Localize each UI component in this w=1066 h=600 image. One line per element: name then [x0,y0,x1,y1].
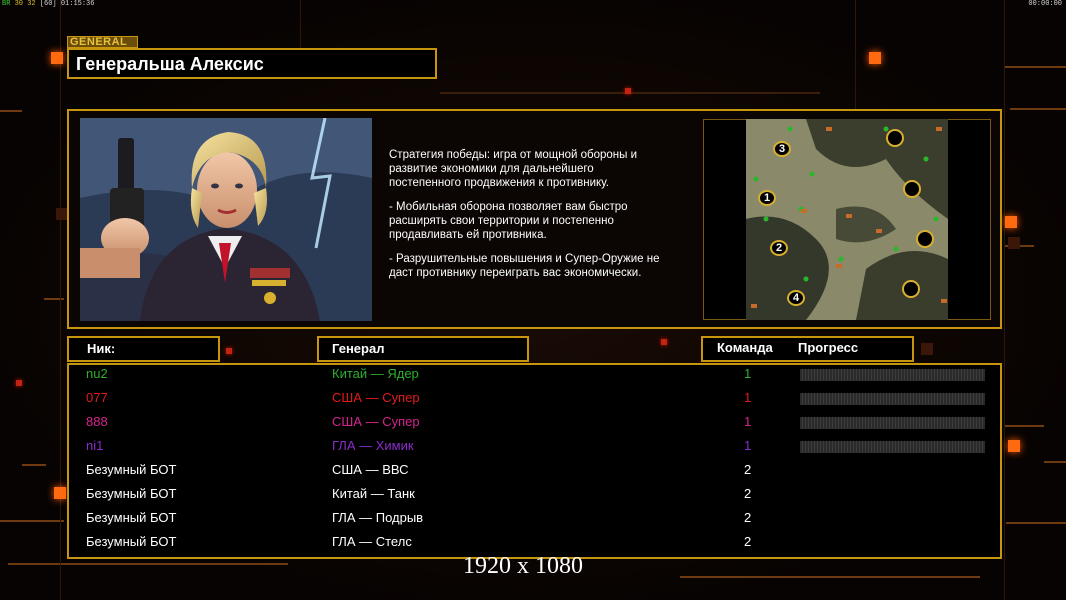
strategy-paragraph: Стратегия победы: игра от мощной обороны… [389,149,638,189]
hud-clock: 01:15:36 [60,0,95,8]
hud-timer: 00:00:00 [1028,0,1062,8]
player-team: 2 [744,510,752,525]
resolution-label: 1920 x 1080 [463,553,583,579]
player-row: 888 США — Супер 1 [0,414,1066,438]
player-nick: Безумный БОТ [86,510,177,525]
player-progress-bar [800,441,985,453]
player-nick: Безумный БОТ [86,486,177,501]
general-name: Генеральша Алексис [76,54,264,74]
header-progress: Прогресс [798,340,859,355]
hud-fps: 30 32 [14,0,36,8]
player-team: 1 [744,438,752,453]
hud-fps-limit: [60] [39,0,57,8]
strategy-paragraph: - Мобильная оборона позволяет вам быстро… [389,201,628,241]
player-nick: Безумный БОТ [86,534,177,549]
strategy-paragraph: - Разрушительные повышения и Супер-Оружи… [389,253,660,279]
player-team: 2 [744,534,752,549]
player-row: ni1 ГЛА — Химик 1 [0,438,1066,462]
header-general: Генерал [332,341,385,356]
player-general: США — Супер [332,390,420,405]
player-team: 1 [744,390,752,405]
map-preview[interactable]: 3 1 2 4 [746,119,948,320]
player-general: ГЛА — Химик [332,438,414,453]
player-progress-bar [800,393,985,405]
player-row: nu2 Китай — Ядер 1 [0,366,1066,390]
player-nick: Безумный БОТ [86,462,177,477]
player-general: Китай — Ядер [332,366,419,381]
player-progress-bar [800,417,985,429]
player-nick: nu2 [86,366,108,381]
general-tag: GENERAL [67,36,138,48]
player-progress-bar [800,369,985,381]
hud-stats: BR 30 32 [60] 01:15:36 [2,0,94,8]
header-team: Команда [717,340,773,355]
player-row: Безумный БОТ США — ВВС 2 [0,462,1066,486]
header-team-progress-box: Команда Прогресс [701,336,914,362]
player-row: Безумный БОТ Китай — Танк 2 [0,486,1066,510]
player-general: США — Супер [332,414,420,429]
player-general: ГЛА — Стелс [332,534,412,549]
player-row: Безумный БОТ ГЛА — Подрыв 2 [0,510,1066,534]
player-team: 1 [744,414,752,429]
player-general: Китай — Танк [332,486,415,501]
hud-mode: BR [2,0,11,8]
player-nick: 888 [86,414,108,429]
map-start-slot[interactable]: 3 [773,141,791,157]
player-general: США — ВВС [332,462,409,477]
player-general: ГЛА — Подрыв [332,510,424,525]
player-nick: ni1 [86,438,104,453]
general-portrait [80,118,372,321]
header-general-box: Генерал [317,336,529,362]
player-team: 2 [744,462,752,477]
strategy-description: Стратегия победы: игра от мощной обороны… [389,148,699,290]
player-nick: 077 [86,390,108,405]
player-team: 1 [744,366,752,381]
general-name-box: Генеральша Алексис [67,48,437,79]
map-start-slot[interactable]: 2 [770,240,788,256]
player-row: 077 США — Супер 1 [0,390,1066,414]
map-start-slot[interactable]: 1 [758,190,776,206]
header-nick: Ник: [87,341,116,356]
header-nick-box: Ник: [67,336,220,362]
player-team: 2 [744,486,752,501]
map-start-slot[interactable]: 4 [787,290,805,306]
